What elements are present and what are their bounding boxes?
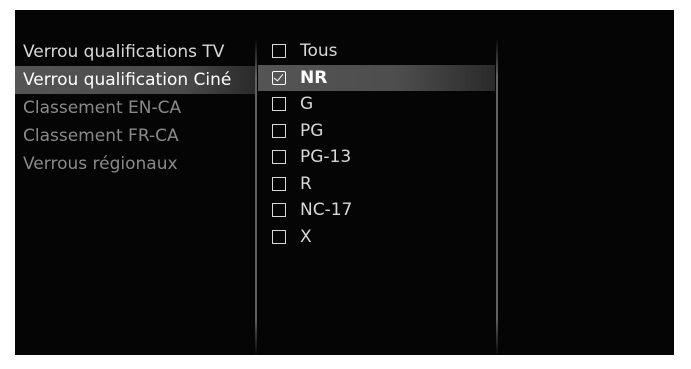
column-divider: [496, 38, 498, 355]
rating-option-tous[interactable]: Tous: [258, 38, 495, 65]
checkbox-unchecked-icon: [272, 150, 286, 165]
menu-item-regional-locks[interactable]: Verrous régionaux: [15, 150, 255, 178]
rating-option-g[interactable]: G: [258, 91, 495, 118]
rating-option-r[interactable]: R: [258, 171, 495, 198]
menu-item-english-canada-rating[interactable]: Classement EN-CA: [15, 94, 255, 122]
parental-lock-menu: Verrou qualifications TV Verrou qualific…: [15, 38, 255, 178]
tv-menu-screen: Verrou qualifications TV Verrou qualific…: [15, 10, 674, 355]
rating-option-label: PG-13: [300, 147, 352, 168]
rating-option-label: NC-17: [300, 200, 353, 221]
rating-option-pg-13[interactable]: PG-13: [258, 144, 495, 171]
rating-option-label: R: [300, 173, 312, 194]
rating-option-label: X: [300, 226, 312, 247]
rating-option-pg[interactable]: PG: [258, 118, 495, 145]
rating-option-label: Tous: [300, 41, 338, 62]
checkbox-unchecked-icon: [272, 44, 286, 59]
checkbox-unchecked-icon: [272, 97, 286, 112]
rating-option-label: G: [300, 94, 314, 115]
menu-item-movie-ratings-lock[interactable]: Verrou qualification Ciné: [15, 66, 255, 94]
rating-option-nc-17[interactable]: NC-17: [258, 197, 495, 224]
menu-item-french-canada-rating[interactable]: Classement FR-CA: [15, 122, 255, 150]
checkbox-unchecked-icon: [272, 229, 286, 244]
movie-rating-options: Tous NR G PG PG-13 R NC-17 X: [258, 38, 495, 250]
rating-option-label: NR: [300, 67, 328, 88]
checkbox-unchecked-icon: [272, 203, 286, 218]
rating-option-nr[interactable]: NR: [258, 64, 495, 91]
checkbox-unchecked-icon: [272, 176, 286, 191]
checkbox-unchecked-icon: [272, 123, 286, 138]
column-divider: [255, 38, 257, 355]
menu-item-tv-ratings-lock[interactable]: Verrou qualifications TV: [15, 38, 255, 66]
rating-option-x[interactable]: X: [258, 224, 495, 251]
checkbox-checked-icon: [272, 70, 286, 85]
rating-option-label: PG: [300, 120, 324, 141]
